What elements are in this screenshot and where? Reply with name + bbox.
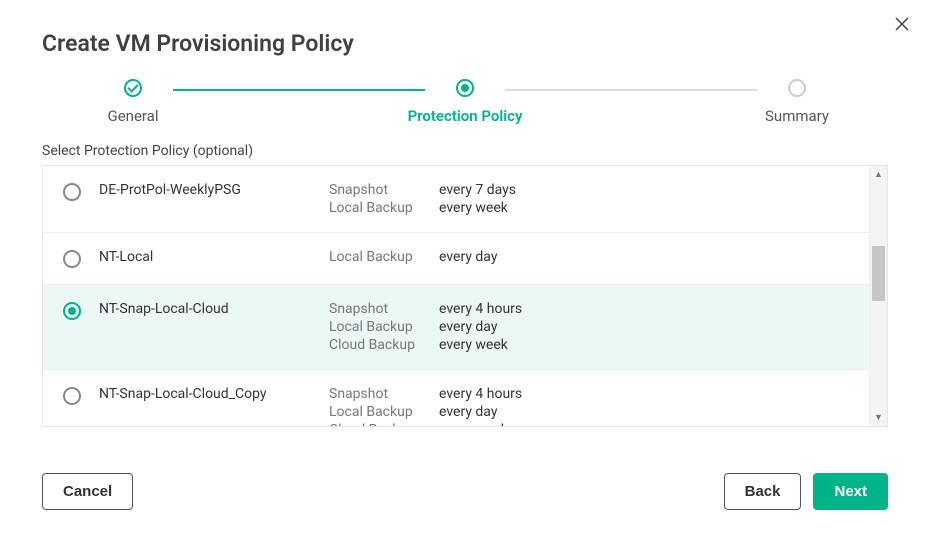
radio-icon[interactable] [63,250,81,268]
policy-list-inner: DE-ProtPol-WeeklyPSGSnapshotevery 7 days… [43,166,870,426]
schedule-value: every day [439,249,497,265]
scroll-up-icon[interactable]: ▲ [870,166,887,183]
schedule-value: every week [439,337,508,353]
policy-name: DE-ProtPol-WeeklyPSG [99,182,329,198]
schedule-type: Snapshot [329,386,439,402]
step-summary[interactable]: Summary [757,79,837,125]
schedule-type: Local Backup [329,404,439,420]
step-protection-policy[interactable]: Protection Policy [425,79,505,125]
radio-icon[interactable] [63,302,81,320]
policy-list: DE-ProtPol-WeeklyPSGSnapshotevery 7 days… [42,165,888,427]
schedule-type: Local Backup [329,249,439,265]
schedule-row: Local Backupevery day [329,319,522,335]
policy-schedules: Snapshotevery 4 hoursLocal Backupevery d… [329,301,522,353]
policy-schedules: Snapshotevery 7 daysLocal Backupevery we… [329,182,516,216]
schedule-type: Local Backup [329,200,439,216]
schedule-type: Cloud Backup [329,422,439,426]
stepper-bar [505,89,757,91]
schedule-value: every 4 hours [439,386,522,402]
schedule-row: Cloud Backupevery week [329,422,522,426]
schedule-row: Snapshotevery 4 hours [329,386,522,402]
step-label: Summary [765,107,829,125]
schedule-value: every day [439,404,497,420]
back-button[interactable]: Back [724,473,802,510]
scrollbar[interactable]: ▲ ▼ [870,166,887,426]
schedule-row: Snapshotevery 7 days [329,182,516,198]
check-icon [124,79,142,97]
close-button[interactable] [892,14,912,34]
stepper: General Protection Policy Summary [93,79,837,125]
cancel-button[interactable]: Cancel [42,473,133,510]
dialog: Create VM Provisioning Policy General Pr… [0,0,930,536]
schedule-type: Snapshot [329,301,439,317]
radio-icon[interactable] [63,387,81,405]
scroll-down-icon[interactable]: ▼ [870,409,887,426]
page-title: Create VM Provisioning Policy [0,0,930,57]
footer-right: Back Next [724,473,888,510]
policy-name: NT-Snap-Local-Cloud_Copy [99,386,329,402]
schedule-row: Cloud Backupevery week [329,337,522,353]
circle-icon [788,79,806,97]
schedule-row: Local Backupevery day [329,249,497,265]
schedule-row: Local Backupevery week [329,200,516,216]
schedule-row: Local Backupevery day [329,404,522,420]
radio-icon[interactable] [63,183,81,201]
schedule-type: Cloud Backup [329,337,439,353]
schedule-row: Snapshotevery 4 hours [329,301,522,317]
dot-icon [456,79,474,97]
policy-name: NT-Local [99,249,329,265]
schedule-value: every 4 hours [439,301,522,317]
schedule-value: every day [439,319,497,335]
policy-schedules: Snapshotevery 4 hoursLocal Backupevery d… [329,386,522,426]
schedule-value: every week [439,200,508,216]
stepper-bar [173,89,425,91]
step-label: Protection Policy [408,107,523,125]
step-label: General [107,107,158,125]
policy-row[interactable]: NT-Snap-Local-Cloud_CopySnapshotevery 4 … [43,370,869,426]
close-icon [894,16,910,32]
scroll-thumb[interactable] [872,246,885,301]
schedule-value: every week [439,422,508,426]
policy-row[interactable]: NT-Snap-Local-CloudSnapshotevery 4 hours… [43,285,869,370]
footer: Cancel Back Next [42,473,888,510]
policy-schedules: Local Backupevery day [329,249,497,265]
step-general[interactable]: General [93,79,173,125]
section-subtitle: Select Protection Policy (optional) [0,143,930,165]
policy-row[interactable]: DE-ProtPol-WeeklyPSGSnapshotevery 7 days… [43,166,869,233]
schedule-type: Snapshot [329,182,439,198]
schedule-type: Local Backup [329,319,439,335]
schedule-value: every 7 days [439,182,516,198]
policy-name: NT-Snap-Local-Cloud [99,301,329,317]
next-button[interactable]: Next [813,473,888,510]
policy-row[interactable]: NT-LocalLocal Backupevery day [43,233,869,285]
